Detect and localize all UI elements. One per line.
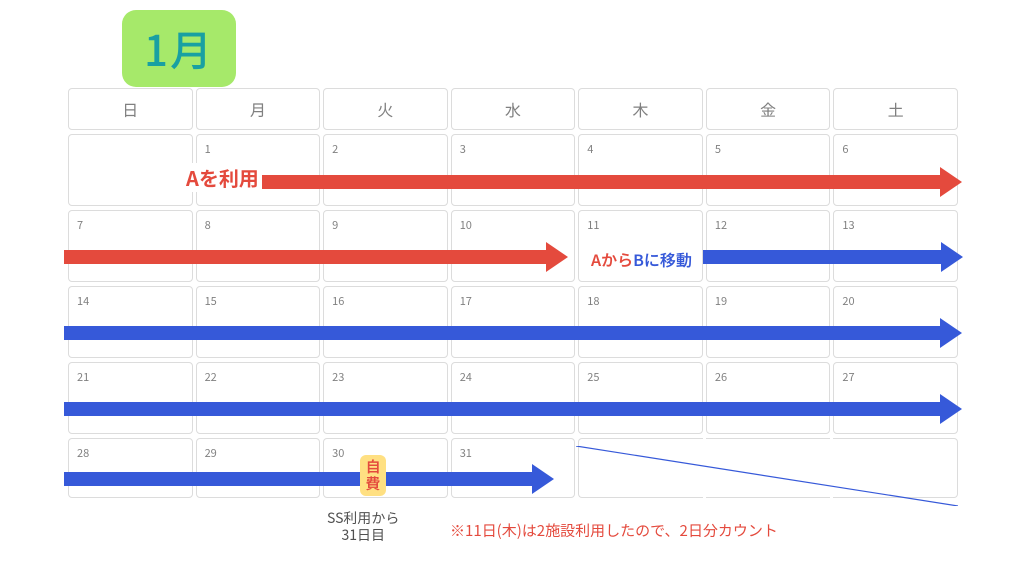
day-cell: 8: [196, 210, 321, 282]
day-cell: 4: [578, 134, 703, 206]
label-move-ab: AからBに移動: [591, 247, 692, 271]
day-cell: 17: [451, 286, 576, 358]
day-cell: 23: [323, 362, 448, 434]
day-cell: 3: [451, 134, 576, 206]
week-row: 21 22 23 24 25 26 27: [68, 362, 958, 434]
week-row: 14 15 16 17 18 19 20: [68, 286, 958, 358]
label-use-a: Aを利用: [184, 163, 261, 192]
day-cell: 29: [196, 438, 321, 498]
weekday-header: 火: [323, 88, 448, 130]
day-cell: 21: [68, 362, 193, 434]
day-cell: 24: [451, 362, 576, 434]
day-cell: 5: [706, 134, 831, 206]
weekday-header-row: 日 月 火 水 木 金 土: [68, 88, 958, 130]
weekday-header: 日: [68, 88, 193, 130]
day-cell: [68, 134, 193, 206]
weekday-header: 月: [196, 88, 321, 130]
day-cell: 14: [68, 286, 193, 358]
arrow-use-b-week3: [64, 326, 962, 340]
note-ss: SS利用から31日目: [327, 510, 399, 544]
calendar-grid: 日 月 火 水 木 金 土 1 2 3 4 5 6 7 8 9 10 11 12…: [68, 88, 958, 498]
day-cell: 25: [578, 362, 703, 434]
weekday-header: 水: [451, 88, 576, 130]
arrow-use-a-week2: [64, 250, 568, 264]
day-cell: 9: [323, 210, 448, 282]
month-title-badge: 1月: [122, 10, 236, 87]
week-row: 7 8 9 10 11 12 13: [68, 210, 958, 282]
day-cell: 11: [578, 210, 703, 282]
day-cell: 12: [706, 210, 831, 282]
day-cell: 31: [451, 438, 576, 498]
day-cell: 26: [706, 362, 831, 434]
weekday-header: 金: [706, 88, 831, 130]
weekday-header: 土: [833, 88, 958, 130]
badge-jihi: 自費: [360, 455, 386, 496]
day-cell: 18: [578, 286, 703, 358]
day-cell: 13: [833, 210, 958, 282]
weekday-header: 木: [578, 88, 703, 130]
day-cell: 2: [323, 134, 448, 206]
day-cell: 19: [706, 286, 831, 358]
footnote: ※11日(木)は2施設利用したので、2日分カウント: [450, 520, 778, 541]
diagonal-line: [576, 446, 958, 506]
day-cell: 7: [68, 210, 193, 282]
day-cell: 28: [68, 438, 193, 498]
day-cell: 15: [196, 286, 321, 358]
day-cell: 16: [323, 286, 448, 358]
arrow-use-a-week1: [262, 175, 962, 189]
day-cell: 22: [196, 362, 321, 434]
arrow-use-b-week4: [64, 402, 962, 416]
arrow-use-b-week2: [703, 250, 963, 264]
arrow-use-b-week5: [64, 472, 554, 486]
